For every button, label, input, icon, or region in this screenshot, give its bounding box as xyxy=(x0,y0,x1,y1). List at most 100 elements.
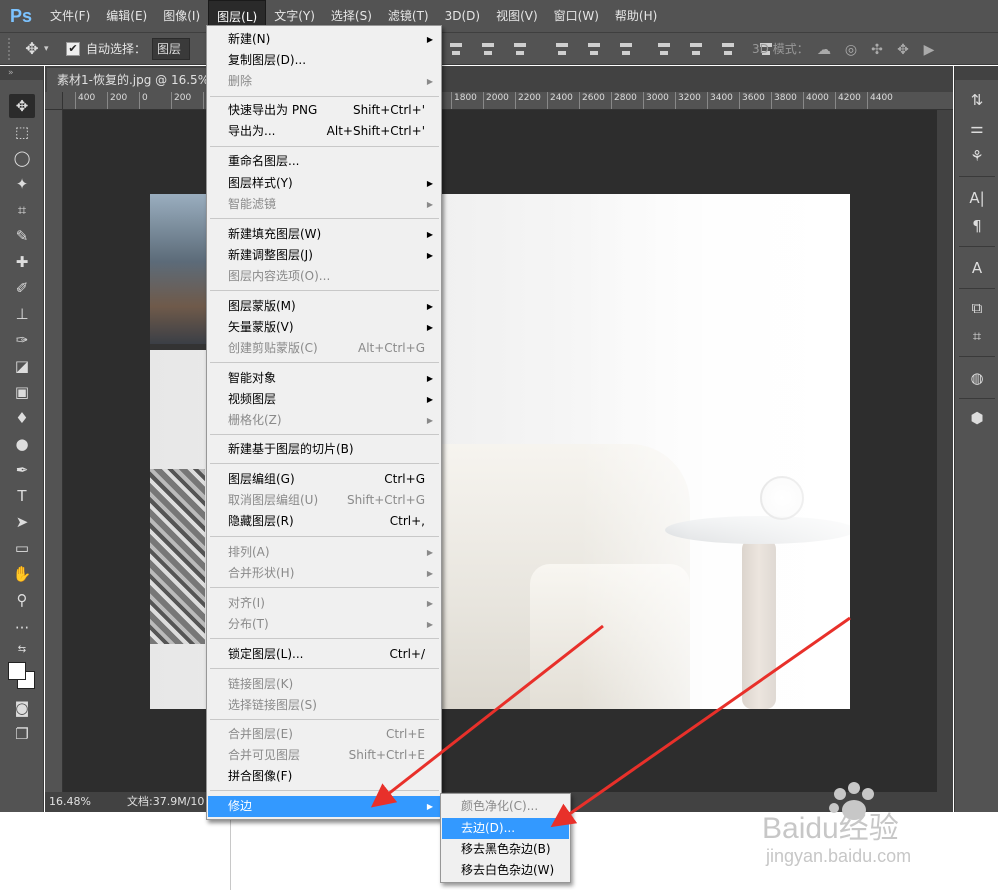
tool-preset-caret-icon[interactable]: ▾ xyxy=(44,44,56,54)
clone-source-icon[interactable]: ⧉ xyxy=(965,296,989,320)
menu-item-create-clipping-mask[interactable]: 创建剪贴蒙版(C) Alt+Ctrl+G xyxy=(208,338,440,359)
menu-item-remove-white-matte[interactable]: 移去白色杂边(W) xyxy=(442,860,569,881)
blur-tool-icon[interactable]: ♦ xyxy=(9,406,35,430)
menu-item-smart-object[interactable]: 智能对象 ▶ xyxy=(208,368,440,389)
brush-tool-icon[interactable]: ✐ xyxy=(9,276,35,300)
menu-help[interactable]: 帮助(H) xyxy=(607,0,665,32)
distribute-top-icon[interactable] xyxy=(551,39,573,61)
menu-item-link-layers[interactable]: 链接图层(K) xyxy=(208,674,440,695)
distribute-center-icon[interactable] xyxy=(583,39,605,61)
brush-presets-icon[interactable]: ⚘ xyxy=(965,144,989,168)
menu-item-ungroup-layers[interactable]: 取消图层编组(U) Shift+Ctrl+G xyxy=(208,490,440,511)
glyphs-panel-icon[interactable]: A xyxy=(965,256,989,280)
menu-item-layer-mask[interactable]: 图层蒙版(M) ▶ xyxy=(208,296,440,317)
3d-rotate-icon[interactable]: ☁ xyxy=(815,41,833,59)
menu-item-duplicate-layer[interactable]: 复制图层(D)... xyxy=(208,50,440,71)
menu-item-new-adjustment-layer[interactable]: 新建调整图层(J) ▶ xyxy=(208,245,440,266)
menu-item-select-linked-layers[interactable]: 选择链接图层(S) xyxy=(208,695,440,716)
vertical-ruler[interactable] xyxy=(45,110,63,792)
magic-wand-tool-icon[interactable]: ✦ xyxy=(9,172,35,196)
menu-view[interactable]: 视图(V) xyxy=(488,0,546,32)
quick-mask-icon[interactable]: ◙ xyxy=(9,696,35,720)
menu-3d[interactable]: 3D(D) xyxy=(437,0,488,32)
menu-edit[interactable]: 编辑(E) xyxy=(98,0,155,32)
clone-stamp-tool-icon[interactable]: ⊥ xyxy=(9,302,35,326)
menu-item-new-fill-layer[interactable]: 新建填充图层(W) ▶ xyxy=(208,224,440,245)
distribute-right-icon[interactable] xyxy=(717,39,739,61)
dodge-tool-icon[interactable]: ● xyxy=(9,432,35,456)
options-grip[interactable] xyxy=(8,37,14,60)
crop-tool-icon[interactable]: ⌗ xyxy=(9,198,35,222)
adjustments-panel-icon[interactable]: ⚌ xyxy=(965,116,989,140)
align-bottom-icon[interactable] xyxy=(509,39,531,61)
distribute-bottom-icon[interactable] xyxy=(615,39,637,61)
menu-window[interactable]: 窗口(W) xyxy=(546,0,607,32)
distribute-left-icon[interactable] xyxy=(653,39,675,61)
libraries-panel-icon[interactable]: ◍ xyxy=(965,366,989,390)
character-panel-icon[interactable]: A| xyxy=(965,186,989,210)
menu-item-merge-visible[interactable]: 合并可见图层 Shift+Ctrl+E xyxy=(208,745,440,766)
foreground-color-swatch[interactable] xyxy=(8,662,26,680)
align-vertical-center-icon[interactable] xyxy=(477,39,499,61)
menu-item-delete[interactable]: 删除 ▶ xyxy=(208,71,440,92)
auto-select-dropdown[interactable]: 图层 xyxy=(152,37,191,60)
3d-slide-icon[interactable]: ✥ xyxy=(894,41,912,59)
menu-file[interactable]: 文件(F) xyxy=(42,0,98,32)
paragraph-panel-icon[interactable]: ¶ xyxy=(965,214,989,238)
3d-roll-icon[interactable]: ◎ xyxy=(842,41,860,59)
type-tool-icon[interactable]: T xyxy=(9,484,35,508)
eyedropper-tool-icon[interactable]: ✎ xyxy=(9,224,35,248)
marquee-tool-icon[interactable]: ⬚ xyxy=(9,120,35,144)
menu-item-lock-layers[interactable]: 锁定图层(L)... Ctrl+/ xyxy=(208,644,440,665)
eraser-tool-icon[interactable]: ◪ xyxy=(9,354,35,378)
menu-item-combine-shapes[interactable]: 合并形状(H) ▶ xyxy=(208,563,440,584)
menu-item-remove-black-matte[interactable]: 移去黑色杂边(B) xyxy=(442,839,569,860)
menu-item-export-as[interactable]: 导出为... Alt+Shift+Ctrl+' xyxy=(208,121,440,142)
3d-drag-icon[interactable]: ✣ xyxy=(868,41,886,59)
menu-item-arrange[interactable]: 排列(A) ▶ xyxy=(208,542,440,563)
swap-colors-icon[interactable]: ⇆ xyxy=(9,638,35,662)
menu-item-layer-style[interactable]: 图层样式(Y) ▶ xyxy=(208,173,440,194)
move-tool-icon[interactable]: ✥ xyxy=(20,38,44,60)
document-tab[interactable]: 素材1-恢复的.jpg @ 16.5% xyxy=(47,68,217,92)
healing-brush-tool-icon[interactable]: ✚ xyxy=(9,250,35,274)
menu-item-matting[interactable]: 修边 ▶ xyxy=(208,796,440,817)
menu-item-group-layers[interactable]: 图层编组(G) Ctrl+G xyxy=(208,469,440,490)
menu-item-new-layer-based-slice[interactable]: 新建基于图层的切片(B) xyxy=(208,439,440,460)
history-panel-icon[interactable]: ⇅ xyxy=(965,88,989,112)
align-top-icon[interactable] xyxy=(445,39,467,61)
menu-item-merge-layers[interactable]: 合并图层(E) Ctrl+E xyxy=(208,724,440,745)
menu-item-defringe[interactable]: 去边(D)... xyxy=(442,818,569,839)
zoom-tool-icon[interactable]: ⚲ xyxy=(9,588,35,612)
menu-item-rename-layer[interactable]: 重命名图层... xyxy=(208,151,440,172)
menu-item-hide-layers[interactable]: 隐藏图层(R) Ctrl+, xyxy=(208,511,440,532)
distribute-hcenter-icon[interactable] xyxy=(685,39,707,61)
menu-item-align[interactable]: 对齐(I) ▶ xyxy=(208,593,440,614)
rectangle-tool-icon[interactable]: ▭ xyxy=(9,536,35,560)
menu-item-distribute[interactable]: 分布(T) ▶ xyxy=(208,614,440,635)
menu-item-vector-mask[interactable]: 矢量蒙版(V) ▶ xyxy=(208,317,440,338)
edit-toolbar-icon[interactable]: ··· xyxy=(9,616,35,640)
lasso-tool-icon[interactable]: ◯ xyxy=(9,146,35,170)
menu-item-new[interactable]: 新建(N) ▶ xyxy=(208,29,440,50)
3d-panel-icon[interactable]: ⬢ xyxy=(965,406,989,430)
menu-item-video-layers[interactable]: 视频图层 ▶ xyxy=(208,389,440,410)
ruler-origin[interactable] xyxy=(45,92,63,110)
menu-item-rasterize[interactable]: 栅格化(Z) ▶ xyxy=(208,410,440,431)
menu-item-color-decontaminate[interactable]: 颜色净化(C)... xyxy=(442,796,569,817)
menu-image[interactable]: 图像(I) xyxy=(155,0,208,32)
menu-item-flatten-image[interactable]: 拼合图像(F) xyxy=(208,766,440,787)
menu-item-smart-filter[interactable]: 智能滤镜 ▶ xyxy=(208,194,440,215)
document-size-info[interactable]: 文档:37.9M/10 xyxy=(127,792,204,812)
pen-tool-icon[interactable]: ✒ xyxy=(9,458,35,482)
3d-camera-icon[interactable]: ▶ xyxy=(920,41,938,59)
screen-mode-icon[interactable]: ❐ xyxy=(9,722,35,746)
path-selection-tool-icon[interactable]: ➤ xyxy=(9,510,35,534)
auto-select-checkbox[interactable]: ✔ xyxy=(66,41,80,56)
zoom-level-field[interactable]: 16.48% xyxy=(45,792,107,812)
move-tool-icon[interactable]: ✥ xyxy=(9,94,35,118)
menu-item-layer-content-options[interactable]: 图层内容选项(O)... xyxy=(208,266,440,287)
history-brush-tool-icon[interactable]: ✑ xyxy=(9,328,35,352)
menu-item-quick-export-png[interactable]: 快速导出为 PNG Shift+Ctrl+' xyxy=(208,100,440,121)
hand-tool-icon[interactable]: ✋ xyxy=(9,562,35,586)
